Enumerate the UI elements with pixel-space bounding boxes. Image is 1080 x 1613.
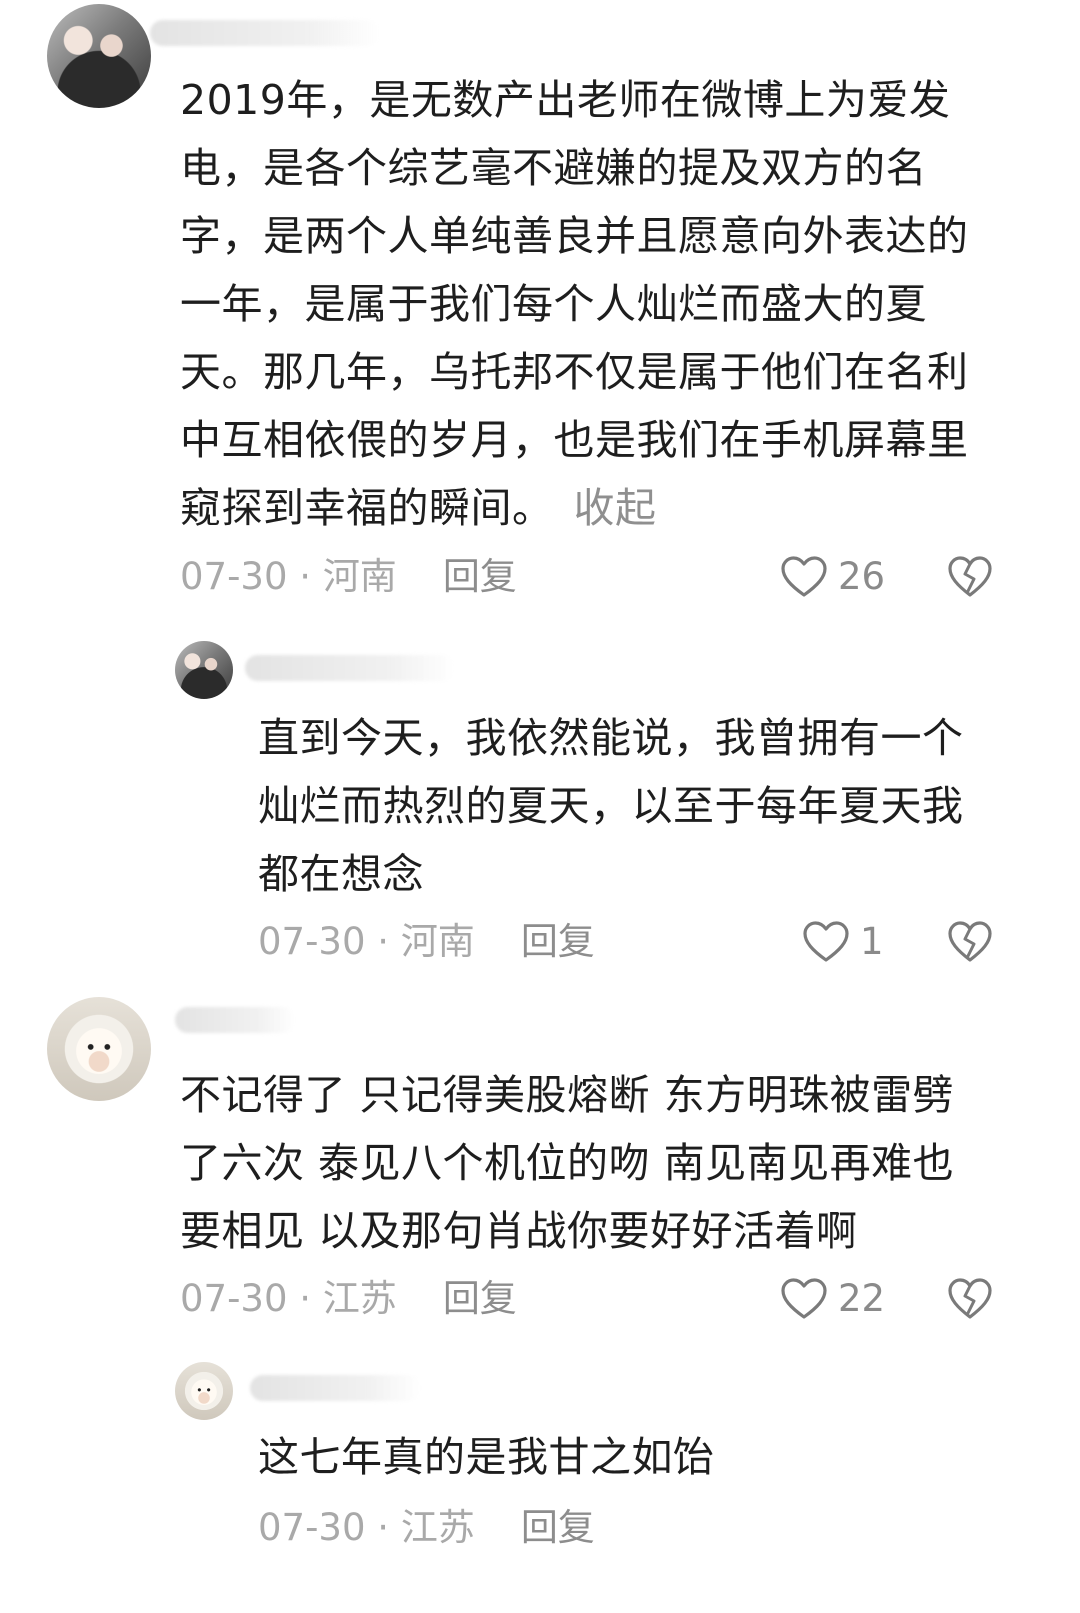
comment-location: 河南	[322, 555, 397, 598]
like-count: 26	[838, 555, 886, 598]
heart-outline-icon	[781, 1278, 827, 1319]
reply-button[interactable]: 回复	[521, 1506, 595, 1549]
collapse-link[interactable]: 收起	[574, 484, 657, 532]
reply-button[interactable]: 回复	[443, 1277, 517, 1320]
comment-line: 了六次 泰见八个机位的吻 南见南见再难也	[180, 1139, 955, 1187]
comment-line: 窥探到幸福的瞬间。 收起	[180, 474, 969, 542]
comment-date: 07-30	[258, 920, 366, 963]
comment-line: 字，是两个人单纯善良并且愿意向外表达的	[180, 212, 969, 260]
broken-heart-icon[interactable]	[947, 1277, 993, 1321]
heart-outline-icon	[781, 556, 827, 597]
username-blurred[interactable]	[175, 1007, 295, 1033]
comment-line: 中互相依偎的岁月，也是我们在手机屏幕里	[180, 416, 969, 464]
comment-date: 07-30	[180, 555, 288, 598]
meta-separator: ·	[365, 1506, 401, 1549]
username-blurred[interactable]	[250, 1375, 420, 1401]
comment-line: 灿烂而热烈的夏天，以至于每年夏天我	[258, 782, 964, 830]
comment-meta: 07-30 · 江苏 回复	[258, 1504, 595, 1552]
username-blurred[interactable]	[245, 655, 455, 681]
comment-meta: 07-30 · 河南 回复	[258, 918, 595, 966]
comment-line: 不记得了 只记得美股熔断 东方明珠被雷劈	[180, 1071, 955, 1119]
heart-outline-icon	[803, 921, 849, 962]
broken-heart-icon[interactable]	[947, 555, 993, 599]
comment-date: 07-30	[180, 1277, 288, 1320]
like-button[interactable]: 26	[780, 553, 885, 601]
comment-line: 2019年，是无数产出老师在微博上为爱发	[180, 76, 951, 124]
comment-text: 不记得了 只记得美股熔断 东方明珠被雷劈 了六次 泰见八个机位的吻 南见南见再难…	[180, 1061, 954, 1265]
meta-separator: ·	[365, 920, 401, 963]
comment-line-text: 窥探到幸福的瞬间。	[180, 484, 554, 532]
meta-separator: ·	[287, 555, 323, 598]
like-button[interactable]: 22	[780, 1275, 885, 1323]
comment-meta: 07-30 · 江苏 回复	[180, 1275, 517, 1323]
user-avatar[interactable]	[47, 997, 151, 1101]
username-blurred[interactable]	[150, 20, 380, 46]
comment-line: 一年，是属于我们每个人灿烂而盛大的夏	[180, 280, 927, 328]
user-avatar[interactable]	[175, 1362, 233, 1420]
comment-location: 河南	[400, 920, 475, 963]
comment-line: 天。那几年，乌托邦不仅是属于他们在名利	[180, 348, 969, 396]
broken-heart-icon[interactable]	[947, 920, 993, 964]
user-avatar[interactable]	[47, 4, 151, 108]
comment-line: 直到今天，我依然能说，我曾拥有一个	[258, 714, 964, 762]
comment-location: 江苏	[400, 1506, 475, 1549]
comment-meta: 07-30 · 河南 回复	[180, 553, 517, 601]
user-avatar[interactable]	[175, 641, 233, 699]
comment-line: 电，是各个综艺毫不避嫌的提及双方的名	[180, 144, 927, 192]
comment-text: 2019年，是无数产出老师在微博上为爱发 电，是各个综艺毫不避嫌的提及双方的名 …	[180, 66, 969, 542]
meta-separator: ·	[287, 1277, 323, 1320]
comment-location: 江苏	[322, 1277, 397, 1320]
comment-date: 07-30	[258, 1506, 366, 1549]
like-button[interactable]: 1	[802, 918, 884, 966]
comment-text: 直到今天，我依然能说，我曾拥有一个 灿烂而热烈的夏天，以至于每年夏天我 都在想念	[258, 704, 964, 908]
reply-button[interactable]: 回复	[443, 555, 517, 598]
comment-text: 这七年真的是我甘之如饴	[258, 1423, 715, 1491]
like-count: 22	[838, 1277, 886, 1320]
comment-line: 这七年真的是我甘之如饴	[258, 1433, 715, 1481]
reply-button[interactable]: 回复	[521, 920, 595, 963]
like-count: 1	[860, 920, 884, 963]
comment-line: 要相见 以及那句肖战你要好好活着啊	[180, 1207, 858, 1255]
comment-line: 都在想念	[258, 850, 424, 898]
